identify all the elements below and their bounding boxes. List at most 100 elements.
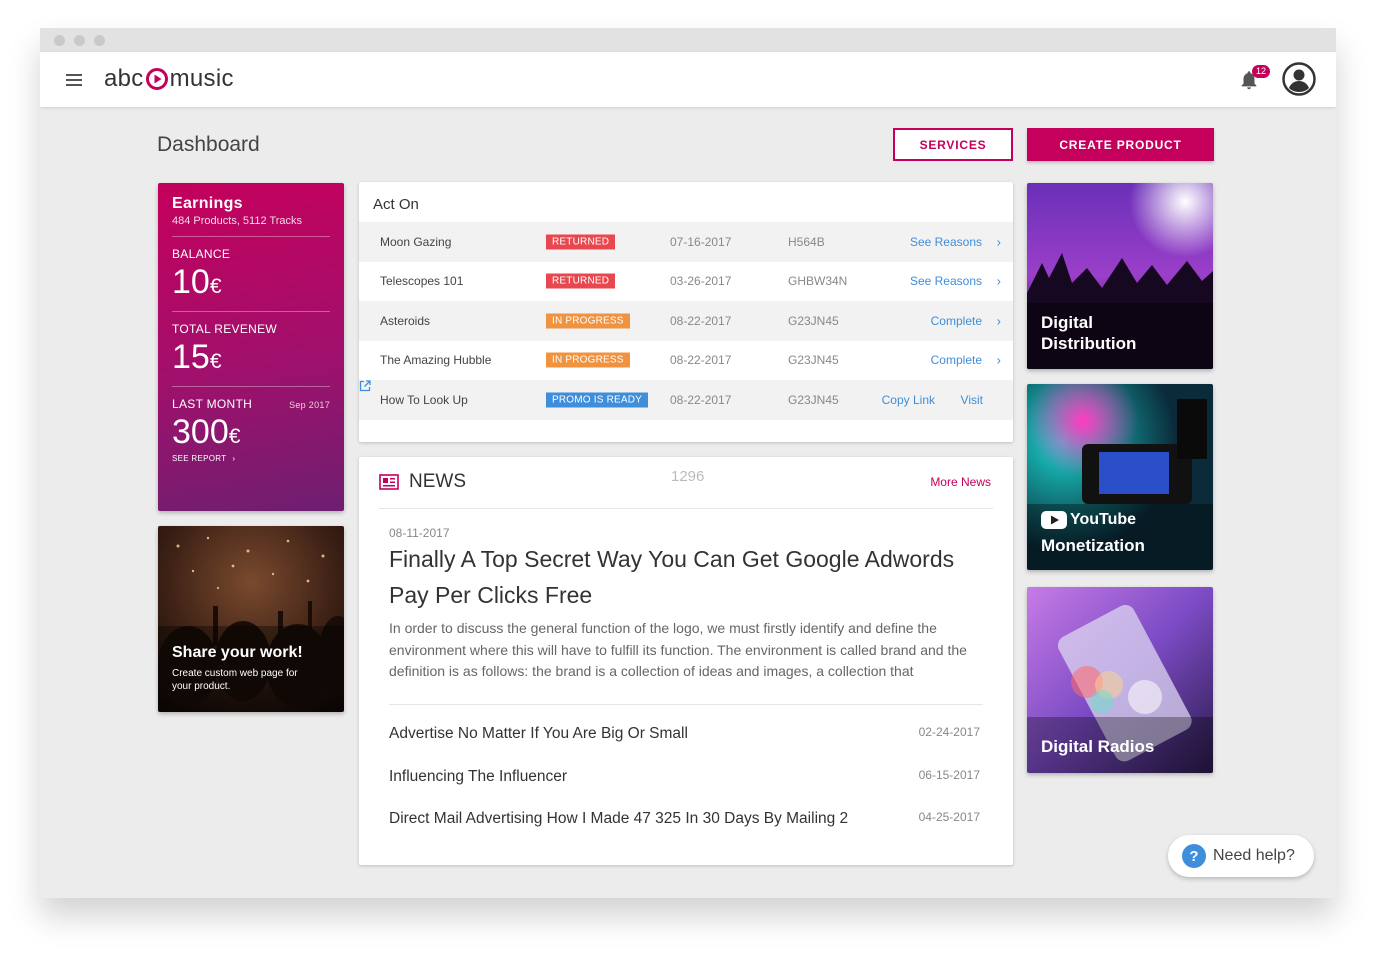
product-name: The Amazing Hubble bbox=[380, 353, 492, 368]
divider bbox=[379, 508, 993, 509]
last-month-value: 300€ bbox=[172, 413, 241, 451]
product-name: Telescopes 101 bbox=[380, 274, 464, 289]
row-date: 08-22-2017 bbox=[670, 313, 732, 328]
svg-text:?: ? bbox=[1189, 848, 1198, 865]
copy-link-link[interactable]: Copy Link bbox=[882, 393, 935, 407]
list-item[interactable]: Influencing The Influencer 06-15-2017 bbox=[389, 768, 980, 790]
news-count: 1296 bbox=[671, 468, 705, 485]
user-avatar-icon[interactable] bbox=[1282, 62, 1316, 96]
visit-link[interactable]: Visit bbox=[961, 393, 983, 407]
dashboard-content: Dashboard SERVICES CREATE PRODUCT Earnin… bbox=[40, 107, 1336, 898]
earnings-card: Earnings 484 Products, 5112 Tracks BALAN… bbox=[158, 183, 344, 511]
table-row: How To Look Up PROMO IS READY 08-22-2017… bbox=[359, 380, 1013, 420]
need-help-label: Need help? bbox=[1213, 847, 1295, 864]
earnings-title: Earnings bbox=[172, 195, 243, 212]
row-code: G23JN45 bbox=[788, 353, 839, 368]
table-row: The Amazing Hubble IN PROGRESS 08-22-201… bbox=[359, 341, 1013, 381]
revenue-label: TOTAL REVENEW bbox=[172, 322, 278, 336]
status-badge: PROMO IS READY bbox=[546, 392, 649, 408]
chevron-right-icon[interactable]: › bbox=[997, 313, 1001, 328]
status-badge: IN PROGRESS bbox=[546, 352, 630, 368]
tile-caption: Monetization bbox=[1041, 536, 1145, 555]
last-month-label: LAST MONTH Sep 2017 bbox=[172, 397, 330, 411]
page-title: Dashboard bbox=[157, 133, 260, 156]
featured-news-title[interactable]: Finally A Top Secret Way You Can Get Goo… bbox=[389, 541, 989, 613]
youtube-monetization-tile[interactable]: YouTube Monetization bbox=[1027, 384, 1213, 570]
balance-value: 10€ bbox=[172, 263, 222, 301]
row-date: 08-22-2017 bbox=[670, 392, 732, 407]
top-bar: abc music 12 bbox=[40, 52, 1336, 107]
news-item-date: 06-15-2017 bbox=[918, 768, 980, 782]
revenue-value: 15€ bbox=[172, 338, 222, 376]
window-dot-maximize[interactable] bbox=[94, 34, 105, 46]
share-title: Share your work! bbox=[172, 644, 303, 661]
row-code: GHBW34N bbox=[788, 274, 848, 289]
see-reasons-link[interactable]: See Reasons bbox=[910, 235, 982, 249]
news-item-date: 04-25-2017 bbox=[918, 810, 980, 824]
divider bbox=[172, 311, 330, 312]
youtube-play-icon bbox=[1041, 511, 1067, 529]
youtube-logo: YouTube bbox=[1041, 511, 1136, 529]
browser-window: abc music 12 Dashboard SERVICES CREATE P… bbox=[40, 28, 1336, 898]
chevron-right-icon[interactable]: › bbox=[997, 234, 1001, 249]
window-chrome bbox=[40, 28, 1336, 52]
last-month-period: Sep 2017 bbox=[289, 400, 330, 410]
logo-play-icon bbox=[145, 68, 168, 90]
earnings-subtitle: 484 Products, 5112 Tracks bbox=[172, 215, 303, 227]
news-header: NEWS bbox=[379, 471, 466, 493]
news-item-title[interactable]: Influencing The Influencer bbox=[389, 768, 567, 786]
act-on-list: Moon Gazing RETURNED 07-16-2017 H564B Se… bbox=[359, 222, 1013, 420]
share-work-card[interactable]: Share your work! Create custom web page … bbox=[158, 526, 344, 712]
product-name: Asteroids bbox=[380, 313, 431, 328]
row-code: G23JN45 bbox=[788, 313, 839, 328]
divider bbox=[172, 236, 330, 237]
need-help-button[interactable]: ? Need help? bbox=[1168, 835, 1314, 877]
external-link-icon[interactable] bbox=[359, 380, 371, 392]
share-description: Create custom web page for your product. bbox=[172, 668, 298, 692]
status-badge: RETURNED bbox=[546, 273, 616, 289]
row-code: H564B bbox=[788, 234, 825, 249]
status-badge: RETURNED bbox=[546, 234, 616, 250]
hamburger-menu-icon[interactable] bbox=[66, 74, 82, 86]
digital-radios-tile[interactable]: Digital Radios bbox=[1027, 587, 1213, 773]
window-dot-minimize[interactable] bbox=[74, 34, 85, 46]
divider bbox=[172, 386, 330, 387]
newspaper-icon bbox=[379, 474, 399, 490]
row-date: 07-16-2017 bbox=[670, 234, 732, 249]
services-button[interactable]: SERVICES bbox=[893, 128, 1013, 161]
table-row: Asteroids IN PROGRESS 08-22-2017 G23JN45… bbox=[359, 301, 1013, 341]
row-date: 08-22-2017 bbox=[670, 353, 732, 368]
chevron-right-icon[interactable]: › bbox=[997, 353, 1001, 368]
row-date: 03-26-2017 bbox=[670, 274, 732, 289]
app-logo[interactable]: abc music bbox=[104, 65, 234, 93]
list-item[interactable]: Direct Mail Advertising How I Made 47 32… bbox=[389, 810, 980, 832]
more-news-link[interactable]: More News bbox=[930, 475, 991, 489]
notification-badge: 12 bbox=[1251, 65, 1270, 78]
tile-caption: Digital Radios bbox=[1041, 737, 1155, 756]
see-report-link[interactable]: SEE REPORT › bbox=[172, 454, 330, 463]
digital-distribution-tile[interactable]: Digital Distribution bbox=[1027, 183, 1213, 369]
news-item-title[interactable]: Advertise No Matter If You Are Big Or Sm… bbox=[389, 725, 688, 743]
complete-link[interactable]: Complete bbox=[931, 314, 982, 328]
complete-link[interactable]: Complete bbox=[931, 353, 982, 367]
help-question-icon: ? bbox=[1182, 844, 1206, 868]
news-title: NEWS bbox=[409, 471, 466, 492]
news-item-date: 02-24-2017 bbox=[918, 725, 980, 739]
list-item[interactable]: Advertise No Matter If You Are Big Or Sm… bbox=[389, 725, 980, 747]
act-on-panel: Act On Moon Gazing RETURNED 07-16-2017 H… bbox=[359, 182, 1013, 442]
featured-news-body: In order to discuss the general function… bbox=[389, 620, 967, 679]
table-row: Moon Gazing RETURNED 07-16-2017 H564B Se… bbox=[359, 222, 1013, 262]
tile-caption: Digital Distribution bbox=[1041, 313, 1137, 353]
create-product-button[interactable]: CREATE PRODUCT bbox=[1027, 128, 1214, 161]
featured-news-date: 08-11-2017 bbox=[389, 526, 450, 540]
product-name: Moon Gazing bbox=[380, 234, 452, 249]
see-reasons-link[interactable]: See Reasons bbox=[910, 274, 982, 288]
window-dot-close[interactable] bbox=[54, 34, 65, 46]
table-row: Telescopes 101 RETURNED 03-26-2017 GHBW3… bbox=[359, 262, 1013, 302]
news-panel: NEWS 1296 More News 08-11-2017 Finally A… bbox=[359, 457, 1013, 865]
news-item-title[interactable]: Direct Mail Advertising How I Made 47 32… bbox=[389, 810, 848, 828]
chevron-right-icon[interactable]: › bbox=[997, 274, 1001, 289]
divider bbox=[389, 704, 983, 705]
balance-label: BALANCE bbox=[172, 247, 231, 261]
logo-text-right: music bbox=[169, 65, 234, 92]
